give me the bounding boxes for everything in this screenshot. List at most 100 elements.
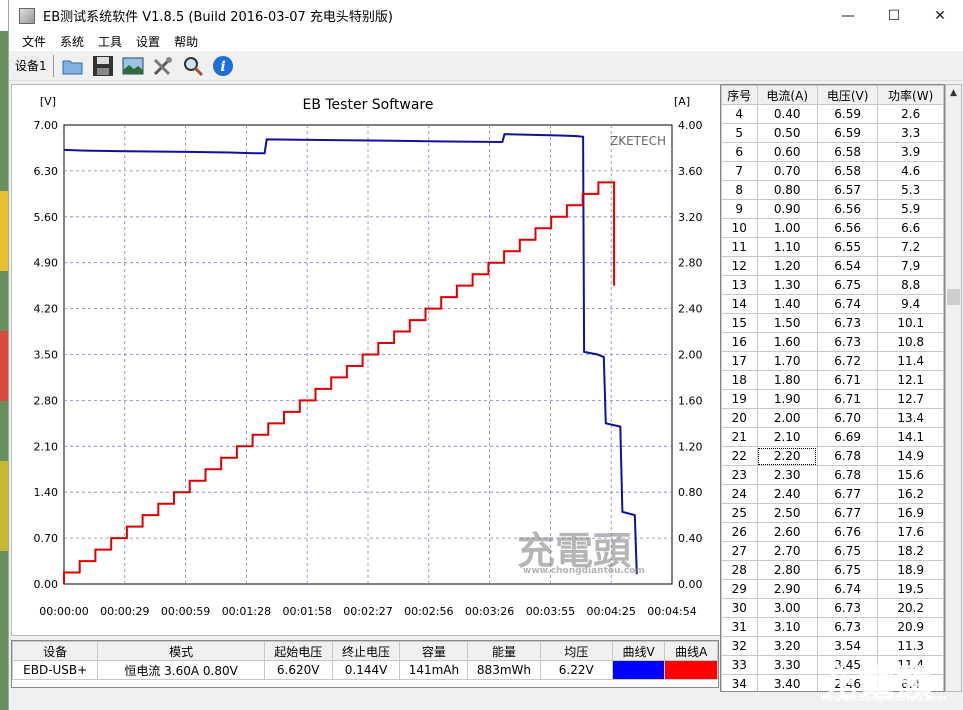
table-cell[interactable]: 6.73 bbox=[816, 617, 879, 637]
table-cell[interactable]: 18.2 bbox=[877, 541, 944, 561]
column-header[interactable]: 电流(A) bbox=[756, 85, 818, 105]
table-cell[interactable]: 0.50 bbox=[756, 123, 818, 143]
table-row[interactable]: 10 1.00 6.56 6.6 bbox=[721, 218, 944, 238]
table-cell[interactable]: 6.75 bbox=[816, 541, 879, 561]
table-row[interactable]: 12 1.20 6.54 7.9 bbox=[721, 256, 944, 276]
table-cell[interactable]: 2.80 bbox=[756, 560, 818, 580]
table-cell[interactable]: 6.77 bbox=[816, 503, 879, 523]
table-cell[interactable]: 29 bbox=[721, 579, 758, 599]
table-cell[interactable]: 6.77 bbox=[816, 484, 879, 504]
table-cell[interactable]: 10.1 bbox=[877, 313, 944, 333]
table-row[interactable]: 19 1.90 6.71 12.7 bbox=[721, 389, 944, 409]
table-cell[interactable]: 6.72 bbox=[816, 351, 879, 371]
table-cell[interactable]: 16 bbox=[721, 332, 758, 352]
table-cell[interactable]: 0.60 bbox=[756, 142, 818, 162]
table-cell[interactable]: 22 bbox=[721, 446, 758, 466]
table-row[interactable]: 15 1.50 6.73 10.1 bbox=[721, 313, 944, 333]
table-cell[interactable]: 6.71 bbox=[816, 370, 879, 390]
table-cell[interactable]: 0.80 bbox=[756, 180, 818, 200]
table-cell[interactable]: 17 bbox=[721, 351, 758, 371]
table-row[interactable]: 5 0.50 6.59 3.3 bbox=[721, 123, 944, 143]
table-cell[interactable]: 0.40 bbox=[756, 104, 818, 124]
table-cell[interactable]: 6.58 bbox=[816, 142, 879, 162]
menu-system[interactable]: 系统 bbox=[53, 33, 91, 50]
menu-tools[interactable]: 工具 bbox=[91, 33, 129, 50]
table-row[interactable]: 31 3.10 6.73 20.9 bbox=[721, 617, 944, 637]
column-header[interactable]: 序号 bbox=[721, 85, 758, 105]
table-row[interactable]: 26 2.60 6.76 17.6 bbox=[721, 522, 944, 542]
table-cell[interactable]: 11 bbox=[721, 237, 758, 257]
folder-icon[interactable] bbox=[60, 53, 86, 79]
table-cell[interactable]: 3.40 bbox=[756, 674, 818, 691]
picture-icon[interactable] bbox=[120, 53, 146, 79]
table-cell[interactable]: 20.9 bbox=[877, 617, 944, 637]
table-cell[interactable]: 34 bbox=[721, 674, 758, 691]
scroll-thumb[interactable] bbox=[947, 289, 960, 305]
table-row[interactable]: 22 2.20 6.78 14.9 bbox=[721, 446, 944, 466]
table-cell[interactable]: 7.2 bbox=[877, 237, 944, 257]
table-cell[interactable]: 10.8 bbox=[877, 332, 944, 352]
table-cell[interactable]: 6.74 bbox=[816, 579, 879, 599]
table-cell[interactable]: 6.59 bbox=[816, 123, 879, 143]
close-button[interactable]: ✕ bbox=[917, 0, 963, 31]
table-cell[interactable]: 8.8 bbox=[877, 275, 944, 295]
table-cell[interactable]: 15.6 bbox=[877, 465, 944, 485]
table-cell[interactable]: 25 bbox=[721, 503, 758, 523]
menu-help[interactable]: 帮助 bbox=[167, 33, 205, 50]
table-cell[interactable]: 6.56 bbox=[816, 199, 879, 219]
table-cell[interactable]: 15 bbox=[721, 313, 758, 333]
curve-a-swatch[interactable] bbox=[664, 660, 718, 680]
table-row[interactable]: 9 0.90 6.56 5.9 bbox=[721, 199, 944, 219]
table-cell[interactable]: 6.73 bbox=[816, 332, 879, 352]
table-cell[interactable]: 2.30 bbox=[756, 465, 818, 485]
table-cell[interactable]: 9.4 bbox=[877, 294, 944, 314]
table-cell[interactable]: 2.10 bbox=[756, 427, 818, 447]
table-row[interactable]: 17 1.70 6.72 11.4 bbox=[721, 351, 944, 371]
table-cell[interactable]: 16.9 bbox=[877, 503, 944, 523]
table-cell[interactable]: 21 bbox=[721, 427, 758, 447]
device-selector[interactable]: 设备1 bbox=[15, 57, 47, 74]
table-cell[interactable]: 2.00 bbox=[756, 408, 818, 428]
table-cell[interactable]: 14.9 bbox=[877, 446, 944, 466]
table-row[interactable]: 21 2.10 6.69 14.1 bbox=[721, 427, 944, 447]
table-cell[interactable]: 5.3 bbox=[877, 180, 944, 200]
table-cell[interactable]: 6.56 bbox=[816, 218, 879, 238]
table-cell[interactable]: 1.60 bbox=[756, 332, 818, 352]
table-cell[interactable]: 2.50 bbox=[756, 503, 818, 523]
table-cell[interactable]: 1.20 bbox=[756, 256, 818, 276]
table-cell[interactable]: 6.78 bbox=[816, 446, 879, 466]
table-cell[interactable]: 6.6 bbox=[877, 218, 944, 238]
table-cell[interactable]: 6.78 bbox=[816, 465, 879, 485]
table-cell[interactable]: 13.4 bbox=[877, 408, 944, 428]
table-cell[interactable]: 6.74 bbox=[816, 294, 879, 314]
table-cell[interactable]: 6.57 bbox=[816, 180, 879, 200]
column-header[interactable]: 电压(V) bbox=[816, 85, 879, 105]
table-cell[interactable]: 3.20 bbox=[756, 636, 818, 656]
table-cell[interactable]: 5 bbox=[721, 123, 758, 143]
table-cell[interactable]: 6.75 bbox=[816, 275, 879, 295]
table-cell[interactable]: 19.5 bbox=[877, 579, 944, 599]
table-cell[interactable]: 9 bbox=[721, 199, 758, 219]
tools-icon[interactable] bbox=[150, 53, 176, 79]
table-cell[interactable]: 2.40 bbox=[756, 484, 818, 504]
table-row[interactable]: 6 0.60 6.58 3.9 bbox=[721, 142, 944, 162]
table-cell[interactable]: 1.10 bbox=[756, 237, 818, 257]
table-cell[interactable]: 5.9 bbox=[877, 199, 944, 219]
zoom-icon[interactable] bbox=[180, 53, 206, 79]
table-row[interactable]: 16 1.60 6.73 10.8 bbox=[721, 332, 944, 352]
table-cell[interactable]: 10 bbox=[721, 218, 758, 238]
table-row[interactable]: 8 0.80 6.57 5.3 bbox=[721, 180, 944, 200]
table-cell[interactable]: 1.90 bbox=[756, 389, 818, 409]
table-cell[interactable]: 8 bbox=[721, 180, 758, 200]
table-scrollbar[interactable]: ▲ bbox=[945, 84, 962, 692]
table-cell[interactable]: 4.6 bbox=[877, 161, 944, 181]
maximize-button[interactable]: ☐ bbox=[871, 0, 917, 31]
table-cell[interactable]: 6.76 bbox=[816, 522, 879, 542]
table-cell[interactable]: 30 bbox=[721, 598, 758, 618]
table-cell[interactable]: 20 bbox=[721, 408, 758, 428]
save-icon[interactable] bbox=[90, 53, 116, 79]
menu-file[interactable]: 文件 bbox=[15, 33, 53, 50]
table-row[interactable]: 28 2.80 6.75 18.9 bbox=[721, 560, 944, 580]
column-header[interactable]: 功率(W) bbox=[877, 85, 944, 105]
table-cell[interactable]: 0.90 bbox=[756, 199, 818, 219]
